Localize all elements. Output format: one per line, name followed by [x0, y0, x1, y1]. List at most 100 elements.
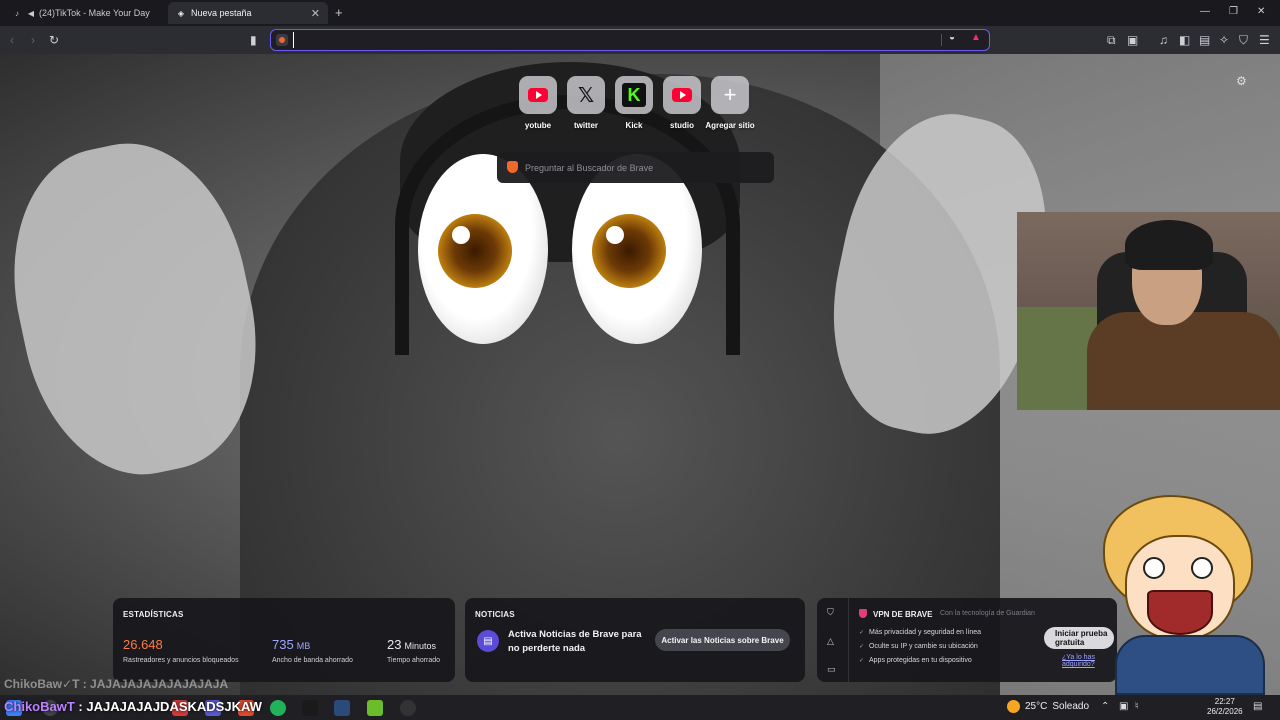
plus-icon: + [723, 82, 737, 107]
shortcut-kick[interactable]: K Kick [615, 76, 653, 130]
stat-desc: Ancho de banda ahorrado [272, 657, 353, 664]
brave-icon: ◈ [177, 8, 185, 18]
restore-button[interactable]: ❐ [1229, 6, 1238, 17]
tab-strip: ♪ ◀ (24)TikTok - Make Your Day ◈ Nueva p… [0, 0, 1280, 26]
tab-tiktok[interactable]: ♪ ◀ (24)TikTok - Make Your Day [4, 2, 164, 24]
tab-new-tab[interactable]: ◈ Nueva pestaña ✕ [168, 2, 328, 24]
vpn-feature: Apps protegidas en tu dispositivo [859, 654, 981, 668]
menu-icon[interactable]: ☰ [1259, 32, 1270, 48]
weather-widget[interactable]: 25°C Soleado [1007, 700, 1089, 713]
video-icon[interactable]: ▭ [827, 664, 836, 675]
brave-shield-icon[interactable] [276, 34, 288, 46]
news-widget: NOTICIAS ▤ Activa Noticias de Brave para… [465, 598, 805, 682]
tab-label: Nueva pestaña [191, 8, 252, 18]
webcam-overlay [1017, 212, 1280, 410]
newspaper-icon: ▤ [477, 630, 499, 652]
stat-value: 26.648 [123, 637, 163, 652]
bookmark-icon[interactable]: ▮ [250, 32, 257, 48]
vpn-feature: Oculte su IP y cambie su ubicación [859, 640, 981, 654]
stats-widget: ESTADÍSTICAS 26.648 Rastreadores y anunc… [113, 598, 455, 682]
x-icon: 𝕏 [577, 84, 595, 107]
news-text: Activa Noticias de Brave para no perdert… [508, 629, 642, 654]
forward-icon[interactable]: › [31, 32, 35, 48]
close-window-button[interactable]: ✕ [1257, 6, 1265, 17]
brave-search-box[interactable] [497, 152, 774, 183]
vpn-shield-icon[interactable]: ⛉ [827, 607, 834, 618]
shortcut-label: yotube [524, 121, 552, 130]
widget-rail: ⛉ △ ▭ [817, 598, 849, 682]
divider [941, 34, 942, 46]
chat-username: ChikoBawT [4, 699, 75, 714]
vpn-title: VPN DE BRAVE [859, 609, 932, 619]
chat-message: ChikoBawT : JAJAJAJAJDASKADSJKAW [4, 699, 262, 714]
stats-title: ESTADÍSTICAS [123, 610, 184, 619]
obs-icon[interactable] [400, 700, 416, 716]
sidebar-icon[interactable]: ◧ [1179, 32, 1190, 48]
reload-icon[interactable]: ↻ [49, 32, 59, 48]
tab-label: (24)TikTok - Make Your Day [39, 8, 150, 18]
media-icon[interactable]: ♫ [1159, 32, 1168, 48]
triangle-icon[interactable]: △ [827, 636, 834, 647]
vpn-powered-by: Con la tecnología de Guardian [940, 610, 1035, 617]
tray-app-icon[interactable]: ▣ [1119, 701, 1128, 712]
clock-time: 22:27 [1214, 697, 1235, 706]
wallet-icon[interactable]: ▤ [1199, 32, 1210, 48]
clock[interactable]: 22:27 26/2/2026 [1207, 697, 1243, 717]
rewards-icon[interactable]: ▲ [971, 32, 981, 43]
news-title: NOTICIAS [475, 610, 515, 619]
tiktok-icon: ♪ [15, 8, 19, 18]
stat-unit: Minutos [404, 641, 436, 651]
shortcut-studio[interactable]: studio [663, 76, 701, 130]
youtube-icon [528, 88, 548, 102]
weather-condition: Soleado [1052, 701, 1090, 712]
stat-desc: Tiempo ahorrado [387, 657, 441, 664]
vpn-widget: ⛉ △ ▭ VPN DE BRAVE Con la tecnología de … [817, 598, 1117, 682]
shortcut-label: Kick [625, 121, 643, 130]
vpn-icon[interactable]: ⛉ [1239, 32, 1248, 48]
steam-icon[interactable] [334, 700, 350, 716]
top-sites: yotube 𝕏 twitter K Kick studio + Agregar… [519, 76, 755, 130]
weather-temp: 25°C [1025, 701, 1048, 712]
app-icon[interactable] [367, 700, 383, 716]
notifications-icon[interactable]: ▤ [1253, 701, 1262, 712]
vpn-feature-list: Más privacidad y seguridad en línea Ocul… [859, 626, 981, 668]
stat-value: 735 [272, 637, 294, 652]
chat-text: : JAJAJAJAJDASKADSJKAW [74, 699, 262, 714]
search-input[interactable] [525, 159, 765, 176]
capcut-icon[interactable] [302, 700, 318, 716]
extensions-icon[interactable]: ⧉ [1107, 32, 1116, 48]
url-input[interactable] [293, 32, 933, 48]
customize-gear-icon[interactable]: ⚙ [1236, 74, 1247, 88]
kick-icon: K [622, 83, 646, 107]
leo-ai-icon[interactable]: ✧ [1219, 32, 1229, 48]
close-tab-icon[interactable]: ✕ [311, 7, 320, 20]
new-tab-button[interactable]: + [335, 5, 343, 20]
youtube-icon [672, 88, 692, 102]
cartoon-character-overlay [1095, 495, 1280, 695]
clock-date: 26/2/2026 [1207, 707, 1243, 716]
toolbar: ‹ › ↻ ▮ ◒ ▲ ⧉ ▣ ♫ ◧ ▤ ✧ ⛉ ☰ [0, 26, 1280, 54]
shortcut-add-site[interactable]: + Agregar sitio [705, 76, 755, 130]
tray-chevron-icon[interactable]: ⌃ [1101, 701, 1109, 712]
shortcut-label: Agregar sitio [705, 121, 755, 130]
whatsapp-icon[interactable] [270, 700, 286, 716]
stat-time: 23 Minutos Tiempo ahorrado [387, 636, 440, 664]
screenshot-icon[interactable]: ▣ [1127, 32, 1138, 48]
mic-icon[interactable]: ♮ [1135, 701, 1139, 712]
stat-bandwidth: 735 MB Ancho de banda ahorrado [272, 636, 353, 664]
stat-unit: MB [296, 641, 311, 651]
stat-trackers: 26.648 Rastreadores y anuncios bloqueado… [123, 636, 239, 664]
chat-previous-message: ChikoBaw✓T : JAJAJAJAJAJAJAJAJA [4, 677, 229, 691]
address-bar[interactable]: ◒ ▲ [270, 29, 990, 51]
vpn-feature: Más privacidad y seguridad en línea [859, 626, 981, 640]
stat-value: 23 [387, 637, 402, 652]
enable-news-button[interactable]: Activar las Noticias sobre Brave [655, 629, 790, 651]
shields-icon[interactable]: ◒ [949, 32, 955, 43]
back-icon[interactable]: ‹ [10, 32, 14, 48]
shortcut-twitter[interactable]: 𝕏 twitter [567, 76, 605, 130]
stat-desc: Rastreadores y anuncios bloqueados [123, 657, 239, 664]
brave-search-icon [507, 161, 518, 173]
minimize-button[interactable]: — [1200, 6, 1210, 17]
speaker-icon[interactable]: ◀ [27, 8, 35, 18]
shortcut-youtube[interactable]: yotube [519, 76, 557, 130]
